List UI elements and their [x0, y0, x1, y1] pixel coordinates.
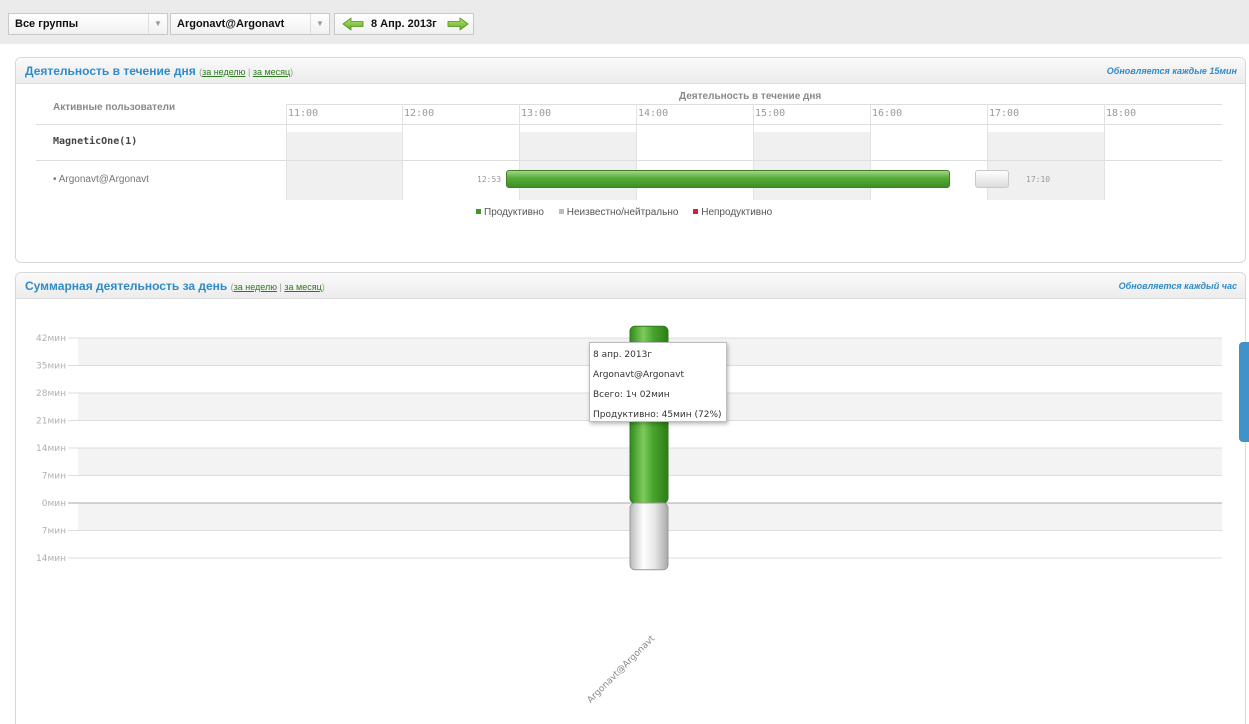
group-name[interactable]: MagneticOne(1)	[53, 136, 137, 147]
current-date: 8 Апр. 2013г	[371, 18, 437, 30]
legend-label: Продуктивно	[484, 207, 544, 218]
user-name[interactable]: • Argonavt@Argonavt	[53, 174, 149, 185]
legend-label: Непродуктивно	[701, 207, 773, 218]
groups-select-value: Все группы	[15, 18, 79, 30]
tooltip-productive: Продуктивно: 45мин (72%)	[593, 410, 722, 420]
week-link[interactable]: за неделю	[234, 282, 277, 292]
hour-label: 13:00	[521, 108, 552, 119]
grid-line	[286, 104, 287, 200]
grid-line	[286, 104, 1222, 105]
hour-label: 11:00	[288, 108, 319, 119]
month-link[interactable]: за месяц	[284, 282, 321, 292]
user-select[interactable]: Argonavt@Argonavt ▼	[170, 13, 330, 35]
daily-activity-panel: Деятельность в течение дня (за неделю | …	[15, 57, 1246, 263]
tooltip-total: Всего: 1ч 02мин	[593, 390, 670, 400]
neutral-bar[interactable]	[629, 502, 669, 571]
panel-title: Суммарная деятельность за день (за недел…	[25, 279, 325, 293]
tooltip-date: 8 апр. 2013г	[593, 350, 653, 360]
toolbar: Все группы ▼ Argonavt@Argonavt ▼ 8 Апр. …	[0, 0, 1249, 44]
legend-swatch	[558, 209, 564, 214]
link-separator: |	[279, 282, 282, 292]
legend-swatch	[693, 209, 699, 214]
tooltip-user: Argonavt@Argonavt	[593, 370, 684, 380]
month-link[interactable]: за месяц	[253, 67, 290, 77]
link-separator: |	[247, 67, 251, 77]
productive-activity-bar[interactable]	[506, 170, 950, 188]
previous-day-arrow-icon[interactable]	[342, 17, 364, 31]
hour-label: 14:00	[638, 108, 669, 119]
legend-swatch	[476, 209, 481, 214]
update-note: Обновляется каждый час	[1118, 281, 1237, 291]
grid-line	[402, 104, 403, 200]
neutral-activity-bar[interactable]	[975, 170, 1009, 188]
hour-label: 17:00	[989, 108, 1020, 119]
panel-header: Деятельность в течение дня (за неделю | …	[16, 58, 1245, 84]
feedback-side-tab[interactable]	[1239, 342, 1249, 442]
hour-label: 16:00	[872, 108, 903, 119]
session-end-time: 17:10	[1026, 175, 1051, 184]
next-day-arrow-icon[interactable]	[447, 17, 469, 31]
grid-line	[1104, 104, 1105, 200]
hour-label: 18:00	[1106, 108, 1137, 119]
hour-column-shade	[987, 132, 1104, 200]
update-note: Обновляется каждые 15мин	[1106, 66, 1237, 76]
active-users-header: Активные пользователи	[53, 102, 176, 113]
y-tick-label: 35мин	[36, 362, 66, 372]
hour-column-shade	[519, 132, 636, 200]
y-tick-label: 14мин	[36, 554, 66, 564]
y-tick-label: 28мин	[36, 389, 66, 399]
y-tick-label: 7мин	[42, 527, 66, 537]
summary-title: Суммарная деятельность за день	[25, 279, 228, 293]
chevron-down-icon[interactable]: ▼	[148, 14, 167, 34]
bar-tooltip: 8 апр. 2013г Argonavt@Argonavt Всего: 1ч…	[589, 342, 727, 422]
legend-item-neutral: Неизвестно/нейтрально	[558, 207, 679, 218]
session-start-time: 12:53	[477, 175, 502, 184]
hour-column-shade	[753, 132, 870, 200]
legend-label: Неизвестно/нейтрально	[566, 207, 679, 218]
date-navigator: 8 Апр. 2013г	[334, 13, 474, 35]
groups-select[interactable]: Все группы ▼	[8, 13, 168, 35]
y-tick-label: 0мин	[42, 499, 66, 509]
y-tick-label: 21мин	[36, 417, 66, 427]
activity-timeline: Активные пользователи Деятельность в теч…	[16, 84, 1245, 262]
hour-label: 12:00	[404, 108, 435, 119]
grid-line	[36, 124, 1222, 125]
daily-summary-panel: Суммарная деятельность за день (за недел…	[15, 272, 1246, 724]
week-link[interactable]: за неделю	[202, 67, 245, 77]
panel-header: Суммарная деятельность за день (за недел…	[16, 273, 1245, 299]
x-category-label: Argonavt@Argonavt	[586, 634, 658, 706]
hour-column-shade	[286, 132, 402, 200]
panel-title: Деятельность в течение дня (за неделю | …	[25, 64, 294, 78]
y-tick-label: 7мин	[42, 472, 66, 482]
chevron-down-icon[interactable]: ▼	[310, 14, 329, 34]
user-select-value: Argonavt@Argonavt	[177, 18, 285, 30]
y-tick-label: 42мин	[36, 334, 66, 344]
legend: Продуктивно Неизвестно/нейтрально Непрод…	[476, 207, 784, 218]
grid-line	[36, 160, 1222, 161]
daily-activity-title: Деятельность в течение дня	[25, 64, 196, 78]
y-tick-label: 14мин	[36, 444, 66, 454]
legend-item-productive: Продуктивно	[476, 207, 544, 218]
timeline-title: Деятельность в течение дня	[679, 91, 822, 102]
hour-label: 15:00	[755, 108, 786, 119]
legend-item-unproductive: Непродуктивно	[693, 207, 772, 218]
